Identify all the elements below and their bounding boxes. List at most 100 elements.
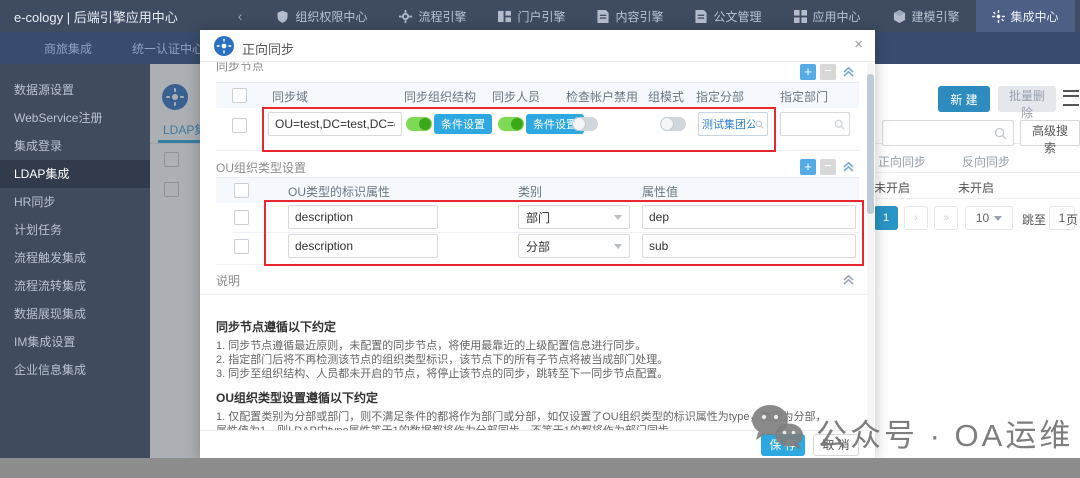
sidebar-item-workflow-flow[interactable]: 流程流转集成 [0, 272, 150, 300]
row-checkbox[interactable] [232, 118, 247, 133]
sync-user-toggle[interactable] [498, 117, 524, 131]
nav-scroll-left[interactable]: ‹ [238, 8, 243, 24]
note-text: 同步节点遵循以下约定 1. 同步节点遵循最近原则，未配置的同步节点，将使用最靠近… [216, 310, 834, 430]
dialog-title: 正向同步 [242, 39, 294, 58]
note-item: 1. 同步节点遵循最近原则，未配置的同步节点，将使用最靠近的上级配置信息进行同步… [216, 339, 834, 353]
sidebar-item-im[interactable]: IM集成设置 [0, 328, 150, 356]
row-checkbox[interactable] [234, 239, 249, 254]
add-row-icon[interactable]: + [800, 159, 816, 175]
dialog-body: 同步节点 + − 同步域 同步组织结构 同步人员 检查帐户禁用 组模式 指定分部… [200, 62, 875, 430]
nav-item-modeling[interactable]: 建模引擎 [877, 0, 976, 32]
col-sync-domain: 同步域 [272, 88, 308, 105]
section-ou-type-label: OU组织类型设置 [216, 159, 306, 176]
sidebar-item-datasource[interactable]: 数据源设置 [0, 76, 150, 104]
nav-item-official-doc[interactable]: 公文管理 [679, 0, 777, 32]
save-button[interactable]: 保 存 [761, 434, 805, 456]
column-forward-sync: 正向同步 [878, 153, 926, 170]
cell-reverse-status: 未开启 [958, 179, 994, 196]
remove-row-icon[interactable]: − [820, 64, 836, 80]
ou-type-select[interactable]: 分部 [518, 234, 630, 258]
section-sync-node-label: 同步节点 [216, 62, 264, 74]
cube-icon [893, 10, 906, 23]
column-reverse-sync: 反向同步 [962, 153, 1010, 170]
division-value[interactable]: 测试集团公司 [702, 116, 755, 132]
header-checkbox[interactable] [234, 183, 249, 198]
document-icon [695, 10, 707, 23]
sync-org-condition-button[interactable]: 条件设置 [434, 114, 492, 134]
top-navbar: e-cology | 后端引擎应用中心 ‹ 组织权限中心 流程引擎 门户引擎 内… [0, 0, 1080, 32]
col-division: 指定分部 [696, 88, 744, 105]
nav-item-org-permission[interactable]: 组织权限中心 [260, 0, 383, 32]
col-sync-org: 同步组织结构 [404, 88, 476, 105]
division-browse-box[interactable]: 测试集团公司 [698, 112, 768, 136]
row-divider [234, 232, 859, 233]
search-icon [834, 119, 845, 130]
sidebar-item-workflow-trigger[interactable]: 流程触发集成 [0, 244, 150, 272]
col-group-mode: 组模式 [648, 88, 684, 105]
chevron-down-icon [614, 215, 622, 220]
sidebar-item-data-display[interactable]: 数据展现集成 [0, 300, 150, 328]
nav-item-portal[interactable]: 门户引擎 [482, 0, 581, 32]
new-button[interactable]: 新 建 [938, 86, 990, 112]
dialog-header: 正向同步 × [200, 30, 875, 62]
sidebar-item-hr-sync[interactable]: HR同步 [0, 188, 150, 216]
sync-org-toggle[interactable] [406, 117, 432, 131]
tab-business-travel[interactable]: 商旅集成 [24, 32, 112, 64]
note-item: 3. 同步至组织结构、人员都未开启的节点，将停止该节点的同步，跳转至下一同步节点… [216, 367, 834, 381]
sidebar-item-enterprise-info[interactable]: 企业信息集成 [0, 356, 150, 384]
col-ou-value: 属性值 [642, 183, 678, 200]
sidebar-item-sso-login[interactable]: 集成登录 [0, 132, 150, 160]
sidebar-item-webservice[interactable]: WebService注册 [0, 104, 150, 132]
nav-item-integration-center[interactable]: 集成中心 [976, 0, 1075, 32]
sidebar-item-scheduled-task[interactable]: 计划任务 [0, 216, 150, 244]
collapse-section-icon[interactable] [842, 273, 856, 287]
row-checkbox[interactable] [234, 210, 249, 225]
page-number-button[interactable]: 1 [874, 206, 898, 230]
next-page-icon[interactable]: › [904, 206, 928, 230]
close-icon[interactable]: × [854, 37, 863, 52]
cancel-button[interactable]: 取 消 [813, 434, 859, 456]
page-size-select[interactable]: 10 [965, 206, 1013, 230]
ou-attr-input[interactable] [288, 205, 438, 229]
ou-attr-input[interactable] [288, 234, 438, 258]
group-mode-toggle[interactable] [660, 117, 686, 131]
nav-item-workflow[interactable]: 流程引擎 [383, 0, 482, 32]
app-brand: e-cology | 后端引擎应用中心 [14, 7, 178, 26]
search-icon [994, 127, 1007, 140]
note-title-sync: 同步节点遵循以下约定 [216, 318, 834, 335]
forward-sync-dialog: 正向同步 × 同步节点 + − 同步域 同步组织结构 同步人员 检查帐户禁用 组… [200, 30, 875, 458]
apps-icon [794, 10, 807, 23]
batch-delete-button[interactable]: 批量删除 [998, 86, 1056, 112]
bottom-overlay-band [0, 458, 1080, 478]
ou-type-select[interactable]: 部门 [518, 205, 630, 229]
list-menu-icon[interactable] [1063, 90, 1079, 106]
sidebar-item-ldap[interactable]: LDAP集成 [0, 160, 150, 188]
workflow-icon [399, 10, 412, 23]
modal-scrollbar-thumb[interactable] [867, 74, 874, 214]
collapse-section-icon[interactable] [842, 160, 856, 174]
check-disabled-toggle[interactable] [572, 117, 598, 131]
table-bottom-divider [216, 264, 859, 265]
integration-dialog-icon [214, 36, 234, 56]
chevron-down-icon [994, 216, 1002, 221]
advanced-search-button[interactable]: 高级搜索 [1020, 120, 1080, 146]
ou-value-input[interactable] [642, 234, 856, 258]
table-divider [862, 198, 1080, 199]
header-checkbox[interactable] [232, 88, 247, 103]
col-ou-type: 类别 [518, 183, 542, 200]
sidebar: 数据源设置 WebService注册 集成登录 LDAP集成 HR同步 计划任务… [0, 64, 150, 478]
last-page-icon[interactable]: » [934, 206, 958, 230]
nav-item-content[interactable]: 内容引擎 [581, 0, 679, 32]
table-divider [862, 172, 1080, 173]
screen: e-cology | 后端引擎应用中心 ‹ 组织权限中心 流程引擎 门户引擎 内… [0, 0, 1080, 478]
collapse-section-icon[interactable] [842, 65, 856, 79]
sync-domain-input[interactable] [268, 112, 402, 136]
section-note-label: 说明 [216, 272, 240, 289]
page-unit-label: 页 [1066, 211, 1078, 228]
add-row-icon[interactable]: + [800, 64, 816, 80]
search-input[interactable] [882, 120, 1014, 146]
ou-value-input[interactable] [642, 205, 856, 229]
nav-item-app-center[interactable]: 应用中心 [778, 0, 877, 32]
col-ou-attr: OU类型的标识属性 [288, 183, 390, 200]
remove-row-icon[interactable]: − [820, 159, 836, 175]
